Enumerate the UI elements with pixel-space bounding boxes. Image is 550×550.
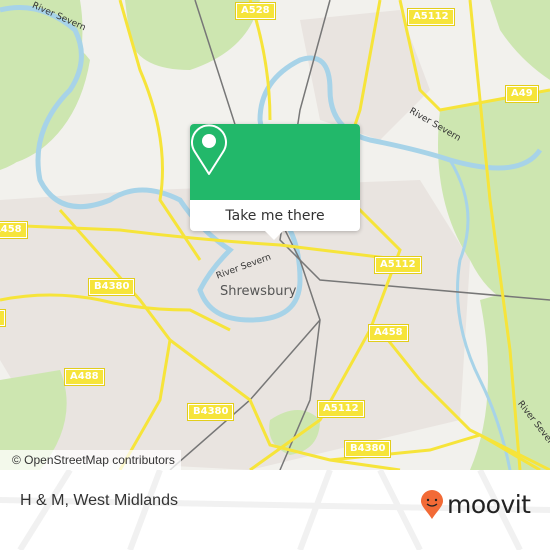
road-label-b4380: B4380 <box>186 403 235 421</box>
road-label-a458: A458 <box>0 221 28 239</box>
road-label-a488: A488 <box>64 368 105 386</box>
road-label-a458: A458 <box>368 324 409 342</box>
take-me-there-button[interactable]: Take me there <box>190 200 360 231</box>
footer: H & M, West Midlands moovit <box>0 470 550 550</box>
road-label-a5112: A5112 <box>374 256 422 274</box>
road-label-a49: A49 <box>505 85 539 103</box>
road-label-b4380: B4380 <box>87 278 136 296</box>
popup-pointer <box>265 231 283 240</box>
popup-header <box>190 124 360 200</box>
map-attribution[interactable]: © OpenStreetMap contributors <box>0 450 181 470</box>
road-label-a5: A5 <box>0 309 6 327</box>
road-label-a528: A528 <box>235 2 276 20</box>
road-label-a5112: A5112 <box>317 400 365 418</box>
park-area <box>470 280 550 470</box>
moovit-wordmark: moovit <box>447 490 531 519</box>
park-area <box>490 0 550 80</box>
location-title: H & M, West Midlands <box>20 492 178 509</box>
map-view[interactable]: A528 A5112 A49 A458 B4380 A5112 A458 A48… <box>0 0 550 470</box>
road-label-b4380: B4380 <box>343 440 392 458</box>
moovit-logo: moovit <box>420 490 531 520</box>
map-pin-icon <box>191 124 227 175</box>
moovit-pin-icon <box>421 490 443 519</box>
park-area <box>0 37 90 164</box>
place-label-shrewsbury: Shrewsbury <box>220 284 297 299</box>
location-popup[interactable]: Take me there <box>190 124 360 240</box>
road-label-a5112: A5112 <box>407 8 455 26</box>
